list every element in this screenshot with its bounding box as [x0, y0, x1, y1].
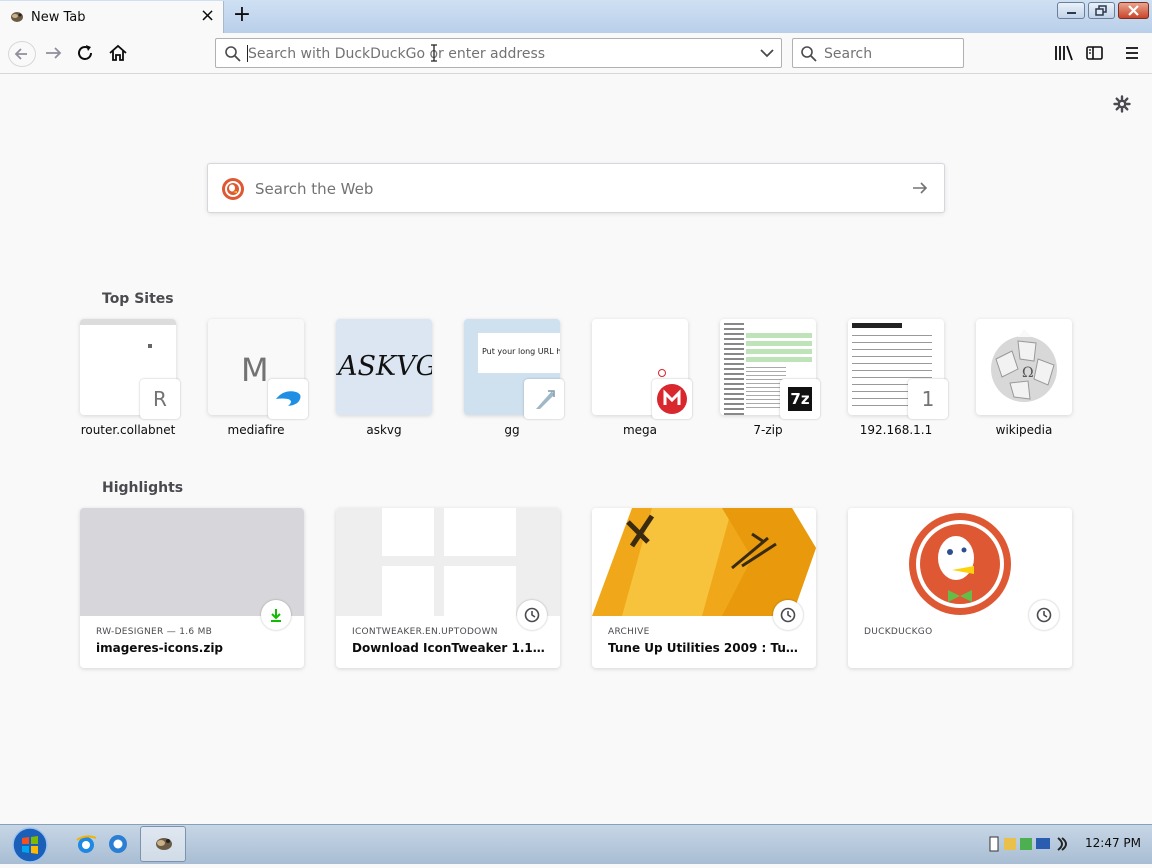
svg-text:Ω: Ω — [1022, 365, 1034, 381]
text-cursor-icon — [431, 44, 437, 62]
site-label: mega — [622, 423, 658, 437]
download-icon — [261, 600, 291, 630]
search-icon — [801, 46, 817, 62]
new-tab-button[interactable]: + — [232, 4, 252, 26]
chevron-down-icon[interactable] — [760, 48, 774, 58]
site-label: 192.168.1.1 — [859, 423, 933, 437]
firefox-tab-icon — [11, 12, 23, 22]
home-icon — [109, 44, 127, 61]
web-search-box[interactable]: Search the Web — [207, 163, 945, 213]
firefox-app-icon — [156, 838, 172, 850]
system-tray-icons — [989, 836, 1067, 852]
restore-button[interactable] — [1088, 2, 1115, 19]
site-letter: M — [241, 351, 269, 389]
site-label: 7-zip — [753, 423, 783, 437]
close-window-button[interactable] — [1118, 2, 1149, 19]
mediafire-logo-icon — [268, 379, 308, 419]
highlight-card[interactable]: DUCKDUCKGO — [848, 508, 1072, 668]
address-bar-placeholder: Search with DuckDuckGo or enter address — [248, 46, 546, 62]
close-icon — [1128, 5, 1139, 16]
minimize-button[interactable] — [1057, 2, 1085, 19]
library-icon — [1055, 45, 1073, 61]
site-preview: ASKVG — [336, 319, 432, 415]
site-letter-icon: R — [140, 379, 180, 419]
close-tab-button[interactable]: × — [200, 7, 215, 25]
site-label: mediafire — [227, 423, 285, 437]
library-button[interactable] — [1052, 43, 1076, 63]
gg-logo-icon — [524, 379, 564, 419]
address-bar[interactable]: Search with DuckDuckGo or enter address — [215, 38, 782, 68]
menu-button[interactable] — [1121, 43, 1145, 63]
internet-explorer-icon — [76, 835, 97, 853]
home-button[interactable] — [106, 43, 130, 63]
internet-explorer-taskbar-button[interactable] — [74, 832, 98, 856]
7zip-logo-icon: 7z — [780, 379, 820, 419]
clock-icon — [1029, 600, 1059, 630]
reload-icon — [78, 45, 92, 60]
system-tray[interactable] — [988, 834, 1076, 854]
reload-button[interactable] — [74, 43, 98, 63]
sidebar-button[interactable] — [1083, 43, 1107, 63]
forward-button[interactable] — [42, 43, 66, 63]
highlight-card[interactable]: ARCHIVE Tune Up Utilities 2009 : TuneUp … — [592, 508, 816, 668]
start-button[interactable] — [10, 826, 50, 864]
web-search-placeholder: Search the Web — [255, 180, 374, 198]
arrow-right-icon[interactable] — [911, 180, 929, 196]
forward-arrow-icon — [46, 47, 62, 59]
sidebar-icon — [1086, 46, 1103, 60]
7zip-badge-text: 7z — [788, 387, 812, 411]
search-icon — [225, 46, 241, 62]
search-bar[interactable]: Search — [792, 38, 964, 68]
clock-icon — [517, 600, 547, 630]
wikipedia-globe-icon: Ω — [991, 329, 1057, 402]
highlight-card[interactable]: RW-DESIGNER — 1.6 MB imageres-icons.zip — [80, 508, 304, 668]
site-label: gg — [504, 423, 520, 437]
settings-gear-icon[interactable] — [1113, 95, 1131, 113]
internet-explorer-alt-icon — [109, 835, 127, 853]
card-context: ARCHIVE — [608, 627, 650, 637]
hamburger-menu-icon — [1126, 47, 1138, 59]
site-label: wikipedia — [995, 423, 1053, 437]
card-title: imageres-icons.zip — [96, 641, 224, 655]
back-arrow-icon — [14, 48, 27, 60]
explorer-taskbar-button[interactable] — [106, 832, 130, 856]
card-context: DUCKDUCKGO — [864, 627, 933, 637]
site-letter-icon: 1 — [908, 379, 948, 419]
top-sites-heading: Top Sites — [102, 291, 174, 307]
minimize-icon — [1067, 12, 1076, 14]
card-context: RW-DESIGNER — 1.6 MB — [96, 627, 213, 637]
duckduckgo-logo-icon — [909, 513, 1011, 615]
card-context: ICONTWEAKER.EN.UPTODOWN — [352, 627, 498, 637]
back-button[interactable] — [8, 41, 36, 67]
taskbar-clock: 12:47 PM — [1085, 836, 1141, 850]
duckduckgo-logo-icon — [222, 178, 244, 200]
preview-text: Put your long URL here — [482, 347, 560, 356]
firefox-taskbar-button[interactable] — [140, 826, 186, 862]
site-preview: Ω — [976, 319, 1072, 415]
card-title: Download IconTweaker 1.12 for... — [352, 641, 548, 655]
card-title: Tune Up Utilities 2009 : TuneUp ... — [608, 641, 804, 655]
askvg-logo-text: ASKVG — [338, 351, 432, 382]
site-label: askvg — [366, 423, 402, 437]
mega-logo-icon — [652, 379, 692, 419]
tab-new-tab[interactable]: New Tab × — [0, 1, 224, 33]
highlights-heading: Highlights — [102, 480, 184, 496]
windows-start-icon — [12, 827, 48, 863]
restore-icon — [1095, 5, 1107, 16]
tab-title: New Tab — [31, 10, 86, 25]
clock-icon — [773, 600, 803, 630]
search-bar-placeholder: Search — [824, 46, 873, 62]
site-label: router.collabnet — [80, 423, 176, 437]
highlight-card[interactable]: ICONTWEAKER.EN.UPTODOWN Download IconTwe… — [336, 508, 560, 668]
